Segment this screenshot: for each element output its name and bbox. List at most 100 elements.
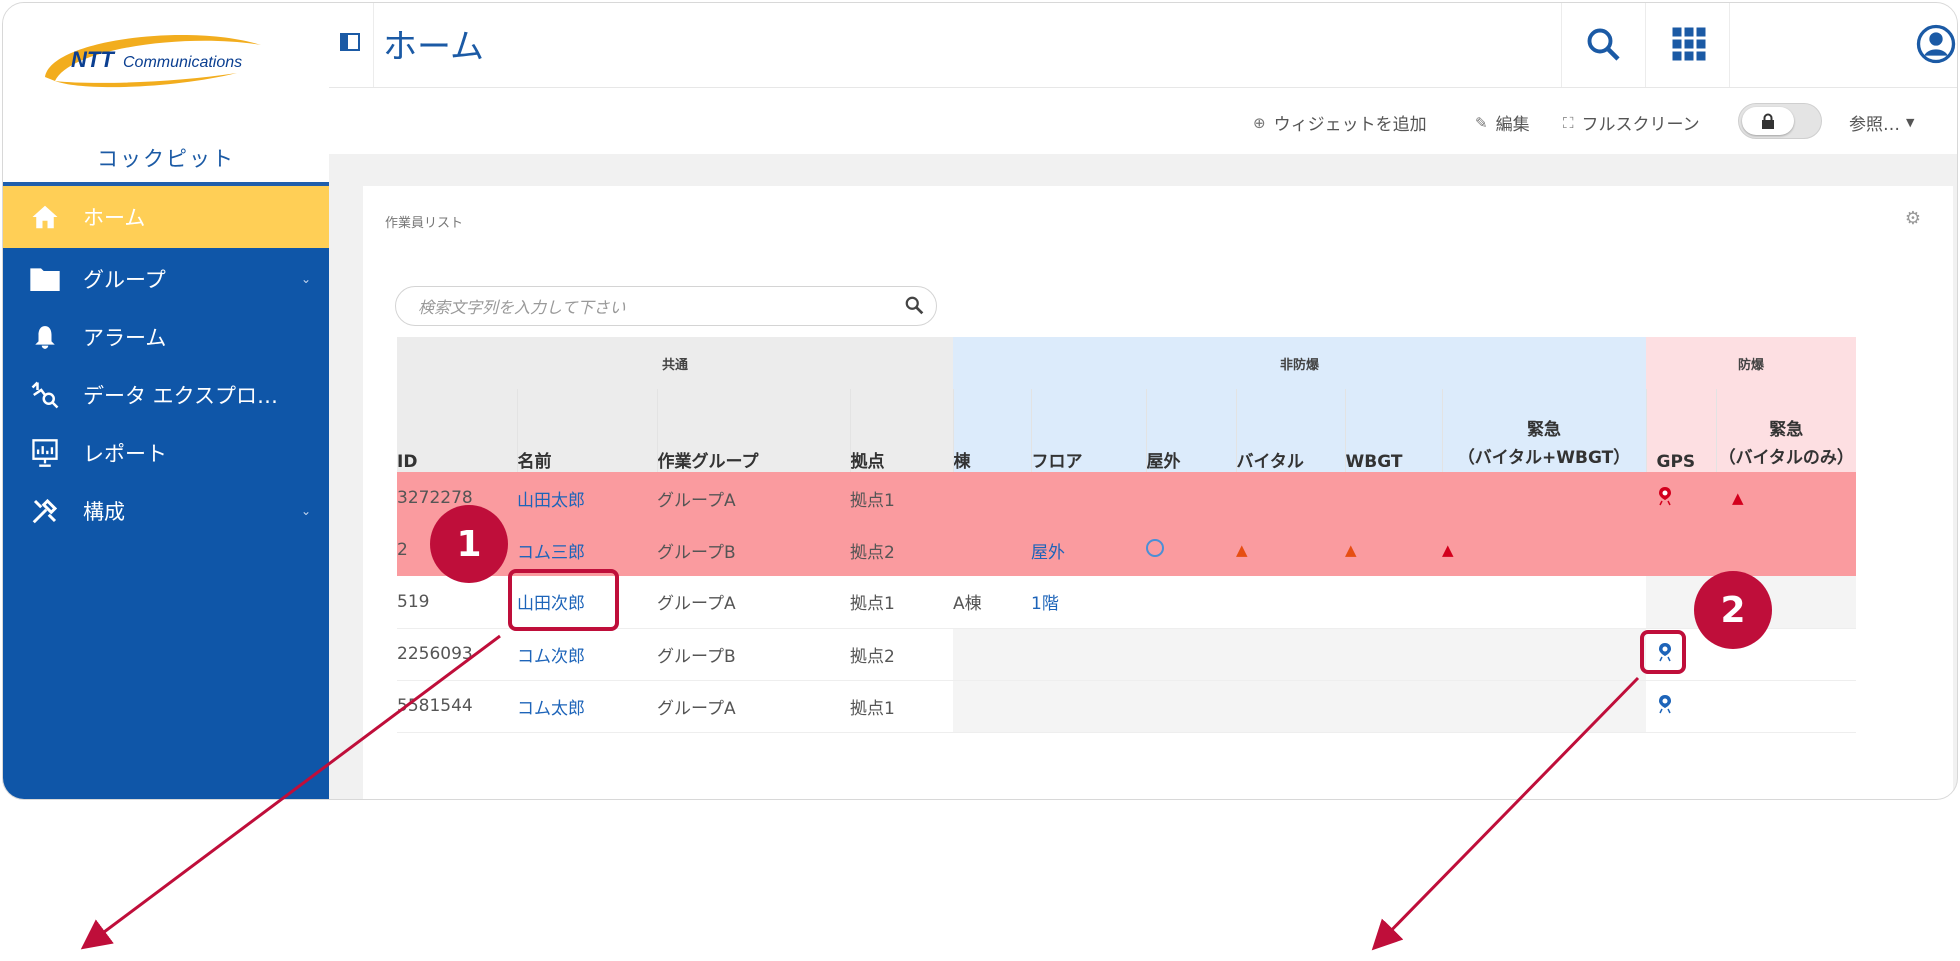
cell-floor: 1階 <box>1031 576 1146 629</box>
worker-name-link[interactable]: 山田太郎 <box>517 472 657 524</box>
column-header-sublabel: （バイタル+WBGT） <box>1457 448 1631 468</box>
sidebar-item-report[interactable]: レポート <box>3 424 329 482</box>
worker-name-link[interactable]: コム次郎 <box>517 628 657 681</box>
callout-badge-2: 2 <box>1694 571 1772 649</box>
gps-pin-blue-icon[interactable] <box>1658 694 1672 714</box>
sidebar-item-alarm[interactable]: アラーム <box>3 308 329 366</box>
cell-outdoor <box>1146 680 1236 733</box>
cell-id: 519 <box>397 576 517 629</box>
cell-id: 2256093 <box>397 628 517 681</box>
add-widget-label: ウィジェットを追加 <box>1273 115 1427 135</box>
warning-triangle-icon: ▲ <box>1732 489 1744 507</box>
cell-outdoor <box>1146 524 1236 576</box>
table-row[interactable]: 5581544 コム太郎 グループA 拠点1 <box>397 680 1856 733</box>
cell-building <box>953 628 1031 681</box>
table-row[interactable]: 2 コム三郎 グループB 拠点2 屋外 ▲ ▲ ▲ <box>397 524 1856 576</box>
cell-id: 5581544 <box>397 680 517 733</box>
cell-wbgt <box>1345 472 1442 524</box>
column-header-label: 緊急 <box>1527 420 1561 440</box>
cell-wbgt: ▲ <box>1345 524 1442 576</box>
edit-button[interactable]: ✎ 編集 <box>1475 110 1530 136</box>
ntt-logo: NTT Communications <box>45 35 261 88</box>
view-dropdown[interactable]: 参照… ▼ <box>1849 110 1914 135</box>
cell-group: グループA <box>657 680 850 733</box>
group-header-explosion: 防爆 <box>1646 337 1856 389</box>
search-input[interactable] <box>416 293 880 321</box>
column-header-vital[interactable]: バイタル <box>1235 389 1345 472</box>
column-header-floor[interactable]: フロア <box>1030 389 1146 472</box>
apps-grid-icon[interactable] <box>1666 21 1712 67</box>
sidebar-item-label: レポート <box>83 442 167 466</box>
page-title: ホーム <box>383 27 484 67</box>
search-icon[interactable] <box>904 295 926 317</box>
gear-icon[interactable]: ⚙ <box>1905 208 1921 229</box>
header-divider <box>373 3 374 87</box>
sidebar-item-home[interactable]: ホーム <box>3 186 329 248</box>
app-window: NTT Communications コックピット ホーム グループ ⌄ アラー… <box>2 2 1958 800</box>
add-widget-button[interactable]: ⊕ ウィジェットを追加 <box>1253 110 1427 136</box>
cell-vital <box>1236 576 1345 629</box>
sidebar-item-group[interactable]: グループ ⌄ <box>3 250 329 308</box>
cell-vital <box>1236 472 1345 524</box>
column-header-wbgt[interactable]: WBGT <box>1344 389 1442 472</box>
search-icon[interactable] <box>1580 21 1626 67</box>
top-header: ホーム <box>329 3 1957 88</box>
edit-label: 編集 <box>1495 115 1530 135</box>
table-row[interactable]: 3272278 山田太郎 グループA 拠点1 ▲ <box>397 472 1856 524</box>
svg-text:Communications: Communications <box>123 54 242 71</box>
tools-icon <box>29 495 61 527</box>
cell-emergency-vital: ▲ <box>1716 472 1856 524</box>
sidebar-item-config[interactable]: 構成 ⌄ <box>3 482 329 540</box>
warning-triangle-icon: ▲ <box>1236 541 1248 559</box>
gps-pin-red-icon[interactable] <box>1658 486 1672 506</box>
column-header-group[interactable]: 作業グループ <box>656 389 850 472</box>
cell-floor <box>1031 628 1146 681</box>
cell-vital <box>1236 628 1345 681</box>
column-header-building[interactable]: 棟 <box>952 389 1031 472</box>
callout-badge-1: 1 <box>430 505 508 583</box>
caret-down-icon: ▼ <box>1906 116 1915 129</box>
sidebar-item-label: ホーム <box>83 206 146 230</box>
cell-building <box>953 472 1031 524</box>
column-header-emergency-vital-wbgt[interactable]: 緊急 （バイタル+WBGT） <box>1441 389 1646 472</box>
lock-toggle[interactable] <box>1738 103 1822 139</box>
cell-base: 拠点1 <box>850 576 953 629</box>
view-label: 参照… <box>1849 115 1900 135</box>
worker-name-link[interactable]: コム太郎 <box>517 680 657 733</box>
worker-list-widget: 作業員リスト ⚙ 共通 非防爆 防爆 ID 名前 作業グループ 拠点 棟 <box>363 186 1953 799</box>
table-row[interactable]: 2256093 コム次郎 グループB 拠点2 <box>397 628 1856 681</box>
cell-emergency-vital <box>1716 680 1856 733</box>
cell-outdoor <box>1146 628 1236 681</box>
cell-floor: 屋外 <box>1031 524 1146 576</box>
cell-vital <box>1236 680 1345 733</box>
plus-circle-icon: ⊕ <box>1253 113 1266 132</box>
cell-emergency <box>1442 472 1646 524</box>
column-header-emergency-vital[interactable]: 緊急 （バイタルのみ） <box>1715 389 1856 472</box>
sidebar-item-data-explorer[interactable]: データ エクスプロ… <box>3 366 329 424</box>
bell-icon <box>29 321 61 353</box>
logo-area: NTT Communications コックピット <box>3 3 329 186</box>
data-explorer-icon <box>29 379 61 411</box>
header-divider <box>1729 3 1730 87</box>
user-avatar-icon[interactable] <box>1913 21 1957 67</box>
column-header-outdoor[interactable]: 屋外 <box>1145 389 1236 472</box>
dashboard-toolbar: ⊕ ウィジェットを追加 ✎ 編集 ⛶ フルスクリーン 参照… ▼ <box>329 88 1957 154</box>
sidebar-toggle-icon[interactable] <box>339 31 361 53</box>
svg-text:NTT: NTT <box>71 47 115 72</box>
column-header-base[interactable]: 拠点 <box>849 389 953 472</box>
cell-building <box>953 524 1031 576</box>
column-header-name[interactable]: 名前 <box>516 389 657 472</box>
group-header-non-explosion: 非防爆 <box>953 337 1646 389</box>
header-divider <box>1645 3 1646 87</box>
column-header-sublabel: （バイタルのみ） <box>1718 448 1854 468</box>
column-header-gps[interactable]: GPS <box>1645 389 1716 472</box>
folder-icon <box>29 263 61 295</box>
cell-base: 拠点2 <box>850 524 953 576</box>
fullscreen-button[interactable]: ⛶ フルスクリーン <box>1563 110 1700 136</box>
warning-triangle-icon: ▲ <box>1345 541 1357 559</box>
header-divider <box>1561 3 1562 87</box>
column-header-label: 緊急 <box>1769 420 1804 440</box>
column-header-id[interactable]: ID <box>397 389 517 472</box>
group-header-common: 共通 <box>397 337 953 389</box>
cell-emergency <box>1442 680 1646 733</box>
